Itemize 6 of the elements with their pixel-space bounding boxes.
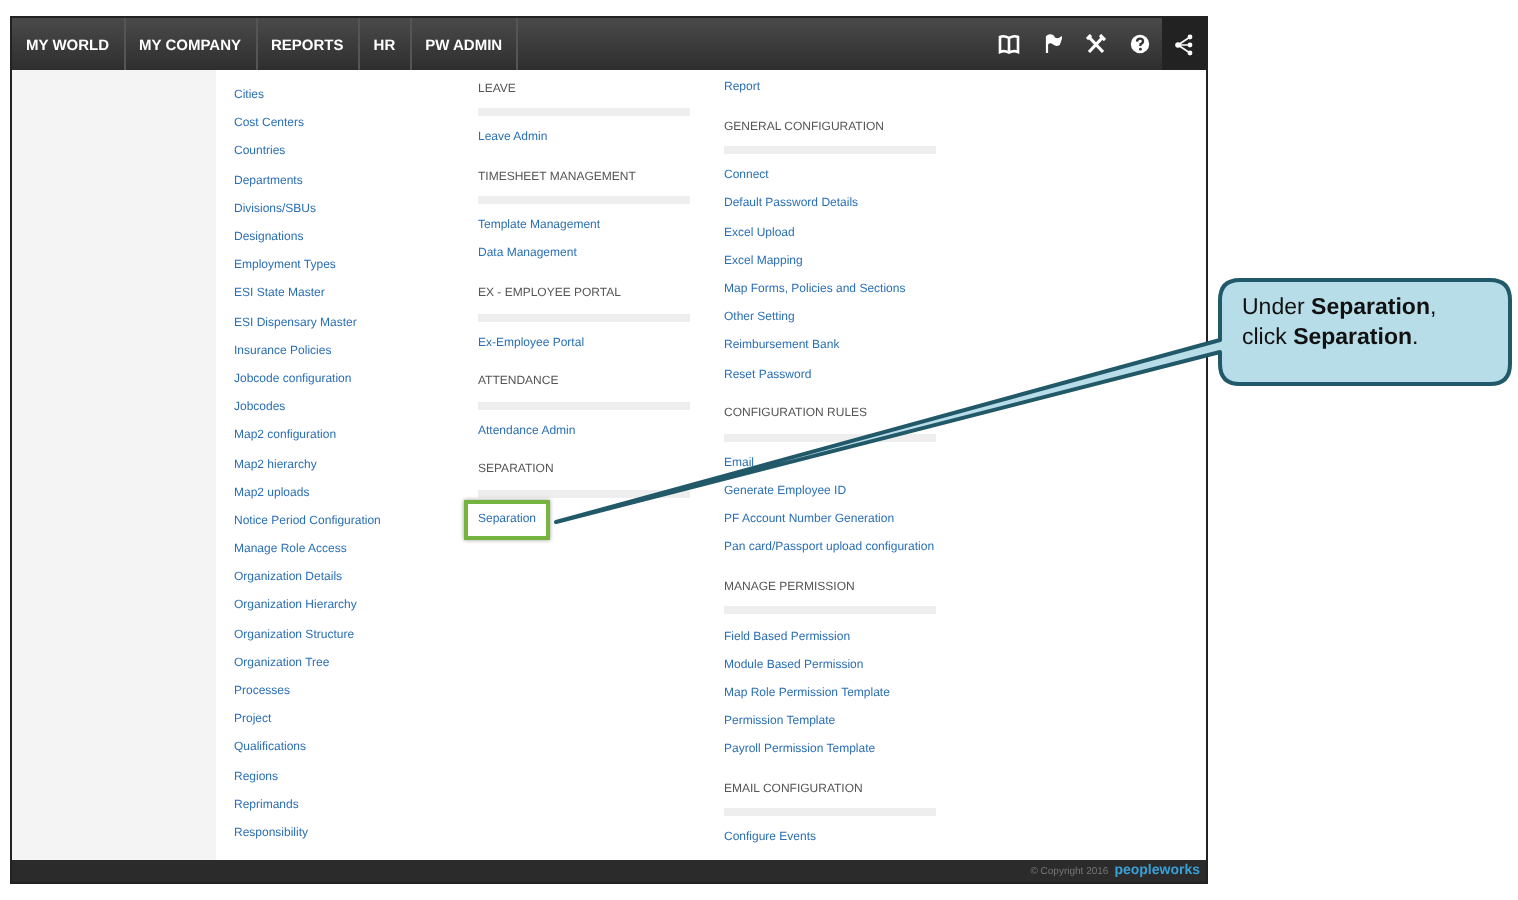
flag-icon[interactable] [1044,34,1062,54]
callout-text: Under Separation, click Separation. [1242,294,1439,354]
share-icon[interactable] [1162,18,1206,70]
help-icon[interactable] [1130,34,1150,54]
book-icon[interactable] [998,34,1020,54]
tools-icon[interactable] [1086,34,1106,54]
